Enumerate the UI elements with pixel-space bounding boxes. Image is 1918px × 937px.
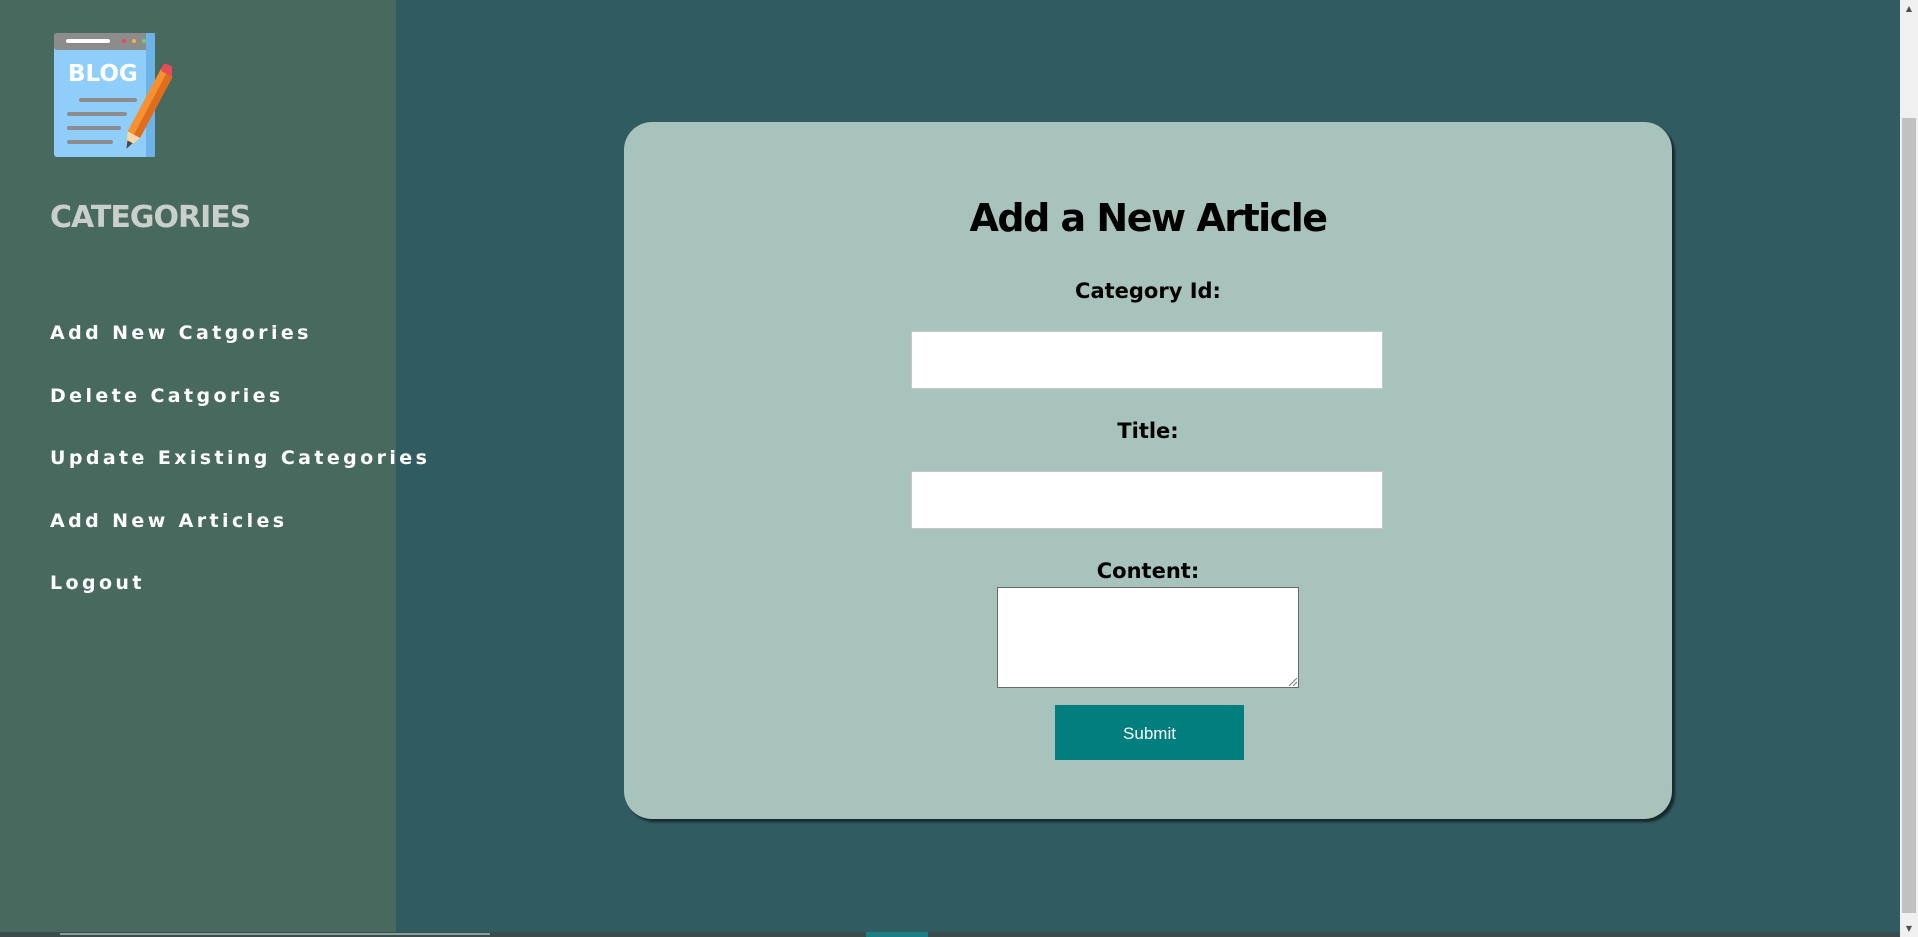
sidebar: BLOG CATEGORIES Add New Catgories Delete… bbox=[0, 0, 427, 937]
submit-button[interactable]: Submit bbox=[1055, 705, 1244, 760]
sidebar-item-add-new-articles[interactable]: Add New Articles bbox=[50, 510, 430, 573]
title-label: Title: bbox=[1117, 419, 1179, 443]
title-input[interactable] bbox=[911, 471, 1383, 529]
sidebar-title: CATEGORIES bbox=[50, 200, 251, 235]
scroll-down-arrow-icon[interactable]: ▼ bbox=[1900, 920, 1918, 937]
category-id-input[interactable] bbox=[911, 331, 1383, 389]
category-id-label: Category Id: bbox=[1075, 279, 1221, 303]
sidebar-item-logout[interactable]: Logout bbox=[50, 572, 430, 635]
sidebar-item-update-existing-categories[interactable]: Update Existing Categories bbox=[50, 447, 430, 510]
main-content: Add a New Article Category Id: Title: Co… bbox=[396, 0, 1900, 937]
bottom-strip-highlight bbox=[60, 933, 490, 935]
form-title: Add a New Article bbox=[969, 196, 1329, 240]
sidebar-nav: Add New Catgories Delete Catgories Updat… bbox=[50, 322, 430, 635]
blog-logo-icon: BLOG bbox=[52, 30, 176, 160]
content-textarea[interactable] bbox=[997, 587, 1299, 688]
scroll-up-arrow-icon[interactable]: ▲ bbox=[1900, 0, 1918, 17]
bottom-strip-accent bbox=[866, 932, 928, 937]
vertical-scrollbar[interactable]: ▲ ▼ bbox=[1900, 0, 1918, 937]
svg-text:BLOG: BLOG bbox=[68, 61, 138, 87]
sidebar-item-add-new-categories[interactable]: Add New Catgories bbox=[50, 322, 430, 385]
scrollbar-thumb[interactable] bbox=[1902, 118, 1916, 913]
sidebar-item-delete-categories[interactable]: Delete Catgories bbox=[50, 385, 430, 448]
article-form-card: Add a New Article Category Id: Title: Co… bbox=[624, 122, 1672, 819]
resize-grip-icon[interactable] bbox=[1287, 676, 1297, 686]
content-label: Content: bbox=[1096, 559, 1200, 583]
